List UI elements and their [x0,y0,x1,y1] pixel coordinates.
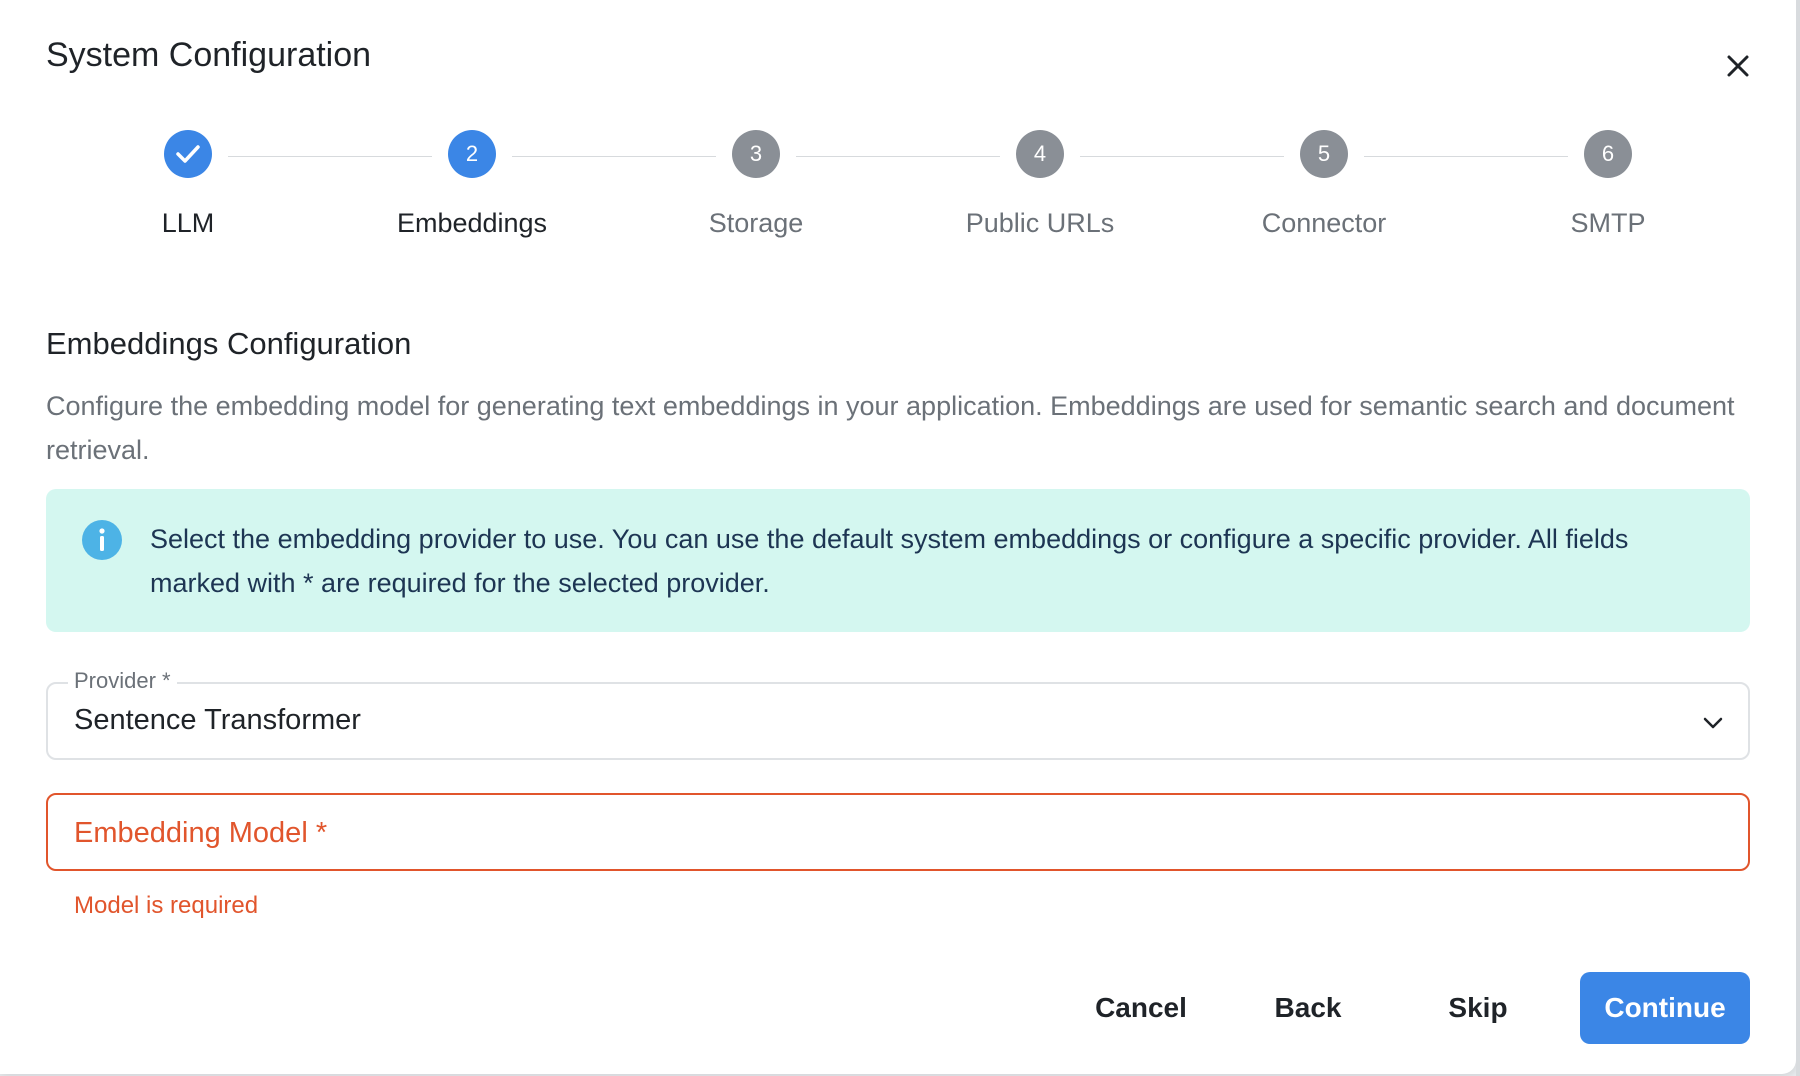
embedding-model-placeholder: Embedding Model * [74,817,328,849]
continue-button[interactable]: Continue [1580,972,1750,1044]
provider-select[interactable]: Provider * Sentence Transformer [46,668,1750,760]
step-circle-pending: 3 [732,130,780,178]
step-connector[interactable]: 5 Connector [1224,130,1424,239]
step-circle-active: 2 [448,130,496,178]
info-alert: Select the embedding provider to use. Yo… [46,489,1750,632]
step-embeddings[interactable]: 2 Embeddings [372,130,572,239]
close-button[interactable] [1718,46,1758,86]
step-circle-completed [164,130,212,178]
skip-button[interactable]: Skip [1418,972,1538,1044]
step-storage[interactable]: 3 Storage [656,130,856,239]
provider-value: Sentence Transformer [74,704,361,736]
chevron-down-icon[interactable] [1698,708,1728,738]
stepper: LLM 2 Embeddings 3 Storage 4 Public URLs… [0,130,1796,260]
back-button[interactable]: Back [1248,972,1368,1044]
embedding-model-error: Model is required [74,892,259,919]
embedding-model-input[interactable]: Embedding Model * [46,793,1750,871]
window-edge [1796,0,1800,1076]
step-circle-pending: 6 [1584,130,1632,178]
check-icon [176,145,200,163]
step-public-urls[interactable]: 4 Public URLs [940,130,1140,239]
step-llm[interactable]: LLM [88,130,288,239]
section-title: Embeddings Configuration [46,326,412,361]
step-label: LLM [161,208,215,238]
step-label: Public URLs [965,208,1115,238]
info-text: Select the embedding provider to use. Yo… [150,524,1629,598]
system-configuration-dialog: System Configuration LLM 2 Embeddings 3 … [0,0,1796,1074]
close-icon [1727,55,1749,77]
dialog-title: System Configuration [46,36,372,74]
step-smtp[interactable]: 6 SMTP [1508,130,1708,239]
step-label: SMTP [1570,208,1646,238]
step-circle-pending: 5 [1300,130,1348,178]
info-icon [82,520,122,560]
provider-label: Provider * [68,668,177,694]
step-label: Connector [1261,208,1387,238]
step-label: Storage [708,208,804,238]
cancel-button[interactable]: Cancel [1076,972,1206,1044]
step-circle-pending: 4 [1016,130,1064,178]
step-label: Embeddings [396,208,548,238]
section-description: Configure the embedding model for genera… [46,391,1735,465]
